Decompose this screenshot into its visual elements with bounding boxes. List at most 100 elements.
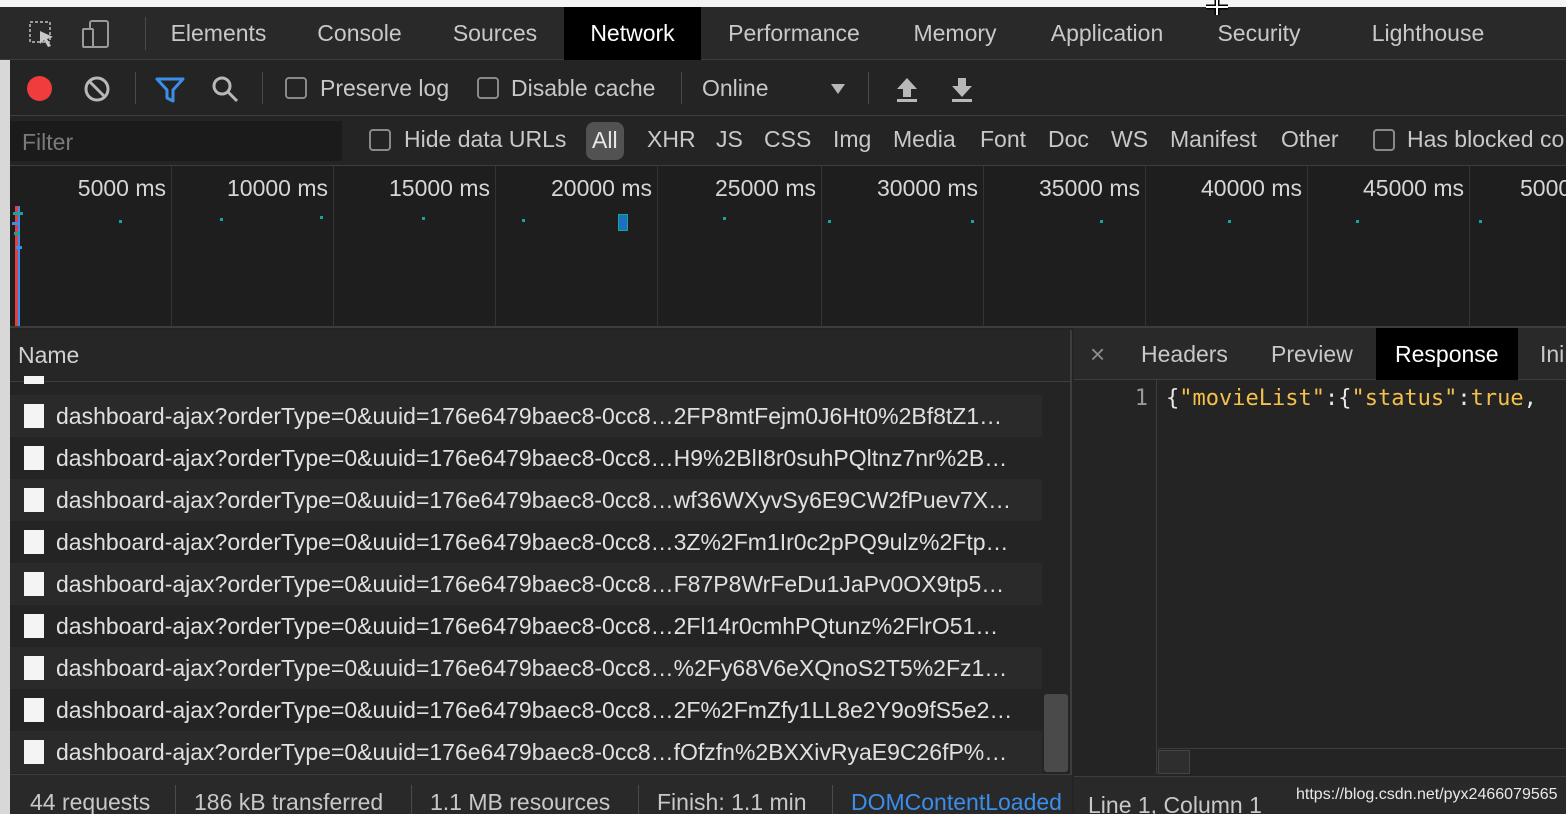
type-filter-img[interactable]: Img	[833, 126, 871, 153]
import-har-icon[interactable]	[894, 75, 920, 108]
network-summary-bar: 44 requests 186 kB transferred 1.1 MB re…	[10, 774, 1072, 814]
document-icon	[24, 614, 44, 638]
tab-sources[interactable]: Sources	[434, 7, 556, 60]
request-name: dashboard-ajax?orderType=0&uuid=176e6479…	[56, 738, 1008, 765]
timeline-request-dot	[1356, 220, 1359, 223]
type-filter-js[interactable]: JS	[716, 126, 743, 153]
timeline-request-dot	[1228, 220, 1231, 223]
type-filter-doc[interactable]: Doc	[1048, 126, 1089, 153]
timeline-request-dot	[971, 220, 974, 223]
timeline-request-dot	[723, 217, 726, 220]
tab-initiator[interactable]: Ini	[1540, 328, 1564, 380]
request-list-scroll-thumb[interactable]	[1044, 694, 1068, 772]
page-edge-strip	[0, 60, 10, 814]
timeline-tick-label: 5000 ms	[77, 175, 166, 201]
search-icon[interactable]	[210, 74, 240, 109]
tab-memory[interactable]: Memory	[895, 7, 1015, 60]
throttling-select[interactable]: Online	[702, 75, 768, 102]
toolbar-separator	[135, 72, 136, 104]
timeline-tick-label: 45000 ms	[1362, 175, 1464, 201]
tab-application[interactable]: Application	[1033, 7, 1181, 60]
response-scroll-thumb[interactable]	[1158, 750, 1190, 774]
timeline-request-bar	[12, 222, 20, 225]
tab-response[interactable]: Response	[1376, 328, 1518, 380]
summary-separator	[411, 785, 412, 814]
document-icon	[24, 376, 44, 384]
request-details-panel: × Headers Preview Response Ini 1 {"movie…	[1074, 328, 1566, 774]
document-icon	[24, 572, 44, 596]
cursor-position: Line 1, Column 1	[1088, 792, 1262, 814]
export-har-icon[interactable]	[949, 75, 975, 108]
hide-data-urls-label: Hide data URLs	[404, 126, 567, 152]
dropdown-arrow-icon[interactable]	[830, 82, 846, 100]
table-row[interactable]: dashboard-ajax?orderType=0&uuid=176e6479…	[10, 689, 1042, 731]
timeline-request-bar	[618, 214, 628, 231]
toolbar-separator	[262, 72, 263, 104]
table-row[interactable]: dashboard-ajax?orderType=0&uuid=176e6479…	[10, 563, 1042, 605]
document-icon	[24, 698, 44, 722]
network-overview-timeline[interactable]: 5000 ms 10000 ms 15000 ms 20000 ms 25000…	[10, 166, 1566, 328]
record-button[interactable]	[27, 76, 52, 101]
table-row[interactable]: dashboard-ajax?orderType=0&uuid=176e6479…	[10, 731, 1042, 773]
has-blocked-checkbox[interactable]	[1373, 129, 1395, 151]
response-body[interactable]: {"movieList":{"status":true,	[1166, 386, 1537, 411]
request-name: dashboard-ajax?orderType=0&uuid=176e6479…	[56, 696, 1013, 723]
table-row[interactable]: dashboard-ajax?orderType=0&uuid=176e6479…	[10, 437, 1042, 479]
type-filter-all[interactable]: All	[586, 122, 624, 160]
tab-lighthouse[interactable]: Lighthouse	[1350, 7, 1506, 60]
type-filter-media[interactable]: Media	[893, 126, 956, 153]
tab-network[interactable]: Network	[564, 7, 701, 60]
toolbar-separator	[868, 72, 869, 104]
table-row[interactable]: dashboard-ajax?orderType=0&uuid=176e6479…	[10, 605, 1042, 647]
filter-icon[interactable]	[155, 76, 185, 109]
json-key: "movieList"	[1179, 386, 1325, 411]
inspect-element-icon[interactable]	[22, 7, 62, 60]
table-row[interactable]: dashboard-ajax?orderType=0&uuid=176e6479…	[10, 395, 1042, 437]
timeline-tick-label: 15000 ms	[388, 175, 490, 201]
tab-headers[interactable]: Headers	[1141, 328, 1228, 380]
type-filter-font[interactable]: Font	[980, 126, 1026, 153]
tab-elements[interactable]: Elements	[152, 7, 285, 60]
request-name: dashboard-ajax?orderType=0&uuid=176e6479…	[56, 612, 999, 639]
toolbar-separator	[681, 72, 682, 104]
summary-separator	[175, 785, 176, 814]
timeline-request-bar	[14, 232, 20, 235]
type-filter-manifest[interactable]: Manifest	[1170, 126, 1257, 153]
hide-data-urls-checkbox[interactable]	[369, 129, 391, 151]
window-top-edge	[0, 0, 1566, 7]
tab-console[interactable]: Console	[298, 7, 421, 60]
timeline-gridline	[983, 166, 984, 326]
document-icon	[24, 446, 44, 470]
type-filter-ws[interactable]: WS	[1111, 126, 1148, 153]
filter-input[interactable]: Filter	[10, 121, 342, 161]
timeline-request-dot	[422, 217, 425, 220]
preserve-log-label: Preserve log	[320, 75, 450, 101]
table-row[interactable]: dashboard-ajax?orderType=0&uuid=176e6479…	[10, 479, 1042, 521]
table-row[interactable]: dashboard-ajax?orderType=0&uuid=176e6479…	[10, 521, 1042, 563]
timeline-request-dot	[1100, 220, 1103, 223]
json-value: true	[1470, 386, 1524, 411]
timeline-tick-label: 40000 ms	[1200, 175, 1302, 201]
preserve-log-checkbox[interactable]	[285, 77, 307, 99]
table-row[interactable]: dashboard-ajax?orderType=0&uuid=176e6479…	[10, 647, 1042, 689]
line-number: 1	[1134, 386, 1148, 411]
device-toolbar-icon[interactable]	[76, 7, 116, 60]
request-name: dashboard-ajax?orderType=0&uuid=176e6479…	[56, 528, 1009, 555]
disable-cache-checkbox[interactable]	[477, 77, 499, 99]
json-punctuation: {	[1166, 386, 1180, 411]
timeline-tick-label: 25000 ms	[714, 175, 816, 201]
transferred-size: 186 kB transferred	[194, 789, 384, 814]
type-filter-other[interactable]: Other	[1281, 126, 1339, 153]
timeline-request-dot	[320, 216, 323, 219]
table-row-partial[interactable]	[10, 374, 1042, 384]
tab-preview[interactable]: Preview	[1271, 328, 1353, 380]
response-horizontal-scrollbar[interactable]	[1158, 748, 1566, 774]
type-filter-xhr[interactable]: XHR	[647, 126, 696, 153]
close-icon[interactable]: ×	[1090, 328, 1105, 380]
clear-icon[interactable]	[83, 75, 111, 108]
timeline-gridline	[821, 166, 822, 326]
type-filter-css[interactable]: CSS	[764, 126, 811, 153]
finish-time: Finish: 1.1 min	[657, 789, 807, 814]
timeline-request-dot	[220, 218, 223, 221]
tab-performance[interactable]: Performance	[712, 7, 876, 60]
